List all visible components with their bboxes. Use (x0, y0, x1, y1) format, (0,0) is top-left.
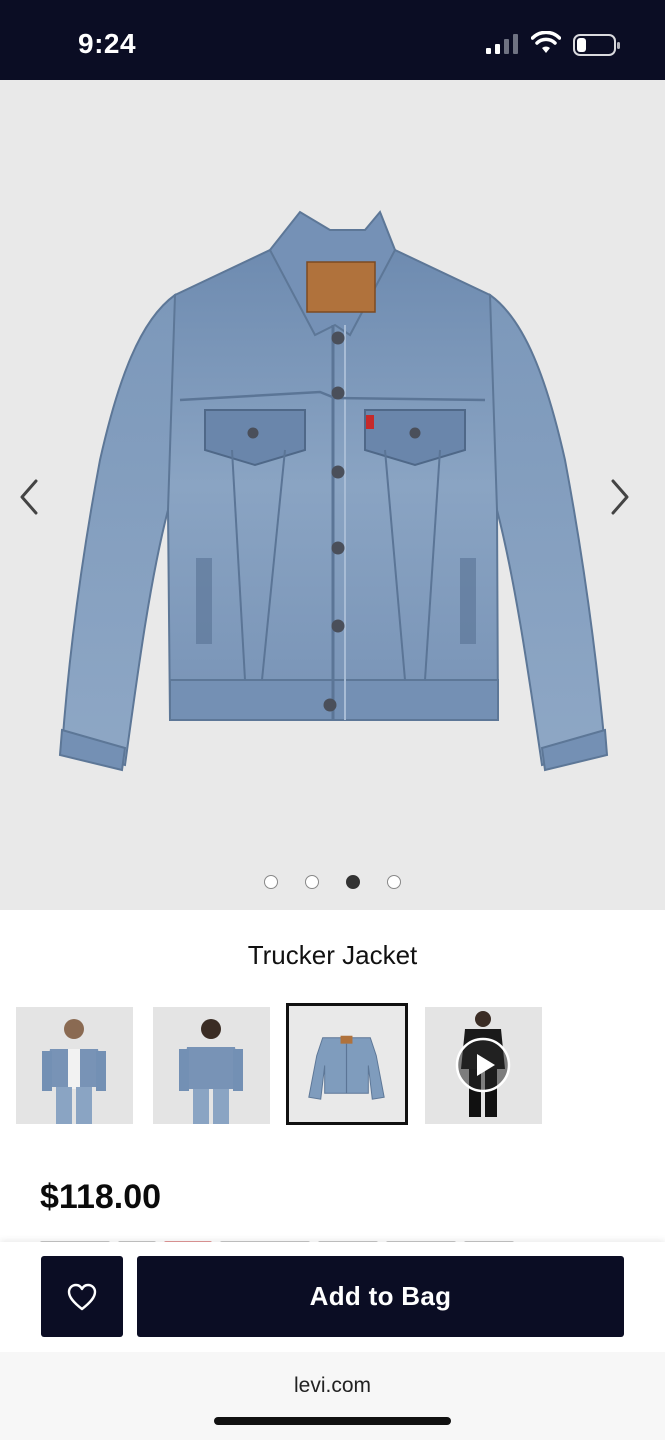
thumbnail-model-front[interactable] (16, 1007, 133, 1124)
chevron-right-icon[interactable] (603, 475, 639, 519)
carousel-dot[interactable] (264, 875, 278, 889)
product-page: 9:24 Trucker Jacket $118.00 Add to Bag l… (0, 0, 665, 1440)
chevron-left-icon[interactable] (10, 475, 46, 519)
carousel-dot[interactable] (387, 875, 401, 889)
carousel-dot-active[interactable] (346, 875, 360, 889)
product-image-jacket (58, 210, 609, 772)
product-hero-carousel[interactable] (0, 80, 665, 910)
browser-url-bar[interactable]: levi.com (0, 1352, 665, 1440)
product-title: Trucker Jacket (247, 940, 418, 970)
carousel-dots (264, 875, 404, 889)
status-time: 9:24 (78, 28, 137, 59)
heart-icon (67, 1283, 97, 1310)
status-bar: 9:24 (0, 0, 665, 80)
carousel-dot[interactable] (305, 875, 319, 889)
home-indicator (214, 1417, 451, 1425)
thumbnail-model-back[interactable] (153, 1007, 270, 1124)
thumbnail-model-video[interactable] (425, 1007, 542, 1124)
product-price: $118.00 (40, 1178, 162, 1216)
wifi-icon (531, 31, 561, 53)
url-text[interactable]: levi.com (0, 1374, 665, 1398)
add-to-bag-button[interactable]: Add to Bag (137, 1256, 624, 1337)
wishlist-button[interactable] (41, 1256, 123, 1337)
battery-icon (573, 34, 620, 56)
thumbnail-strip (16, 1003, 556, 1125)
cellular-signal-icon (486, 34, 518, 54)
sticky-action-bar: Add to Bag (0, 1242, 665, 1352)
thumbnail-jacket-flat[interactable] (286, 1003, 408, 1125)
